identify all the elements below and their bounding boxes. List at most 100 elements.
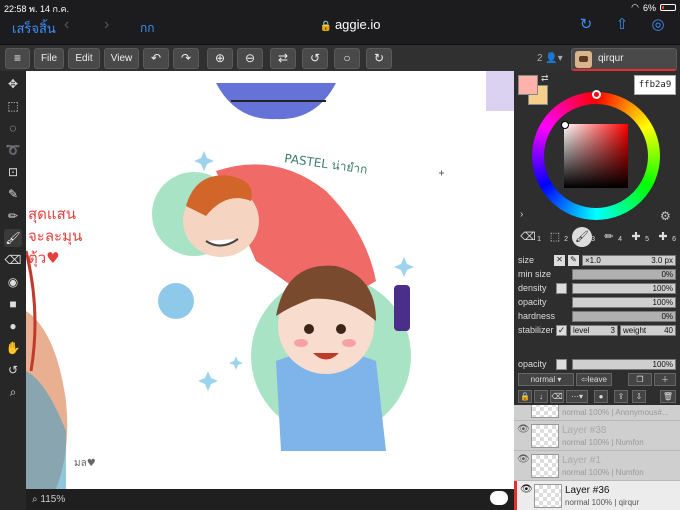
- undo-tool-icon[interactable]: ↺: [4, 361, 22, 379]
- brush-preset-4[interactable]: ✏ 4: [599, 227, 622, 247]
- done-button[interactable]: เสร็จสิ้น: [12, 18, 56, 39]
- color-wheel[interactable]: [532, 90, 660, 220]
- circle-button[interactable]: ●: [594, 390, 608, 403]
- density-slider[interactable]: 100%: [572, 283, 676, 294]
- wifi-icon: ◠: [631, 2, 639, 12]
- compass-icon[interactable]: ◎: [648, 15, 668, 35]
- menu-button[interactable]: ≡: [5, 48, 30, 69]
- pencil-icon[interactable]: ✏: [4, 207, 22, 225]
- eraser-icon[interactable]: ⌫: [4, 251, 22, 269]
- more-options-button[interactable]: ⋯▾: [566, 390, 588, 403]
- download-button[interactable]: ⇩: [632, 390, 646, 403]
- hex-color-field[interactable]: ffb2a9: [634, 75, 676, 95]
- transform-icon[interactable]: ⊡: [4, 163, 22, 181]
- brush-preset-1[interactable]: ⌫ 1: [518, 227, 541, 247]
- layer-opacity-slider[interactable]: 100%: [572, 359, 676, 370]
- stabilizer-level[interactable]: level 3: [570, 325, 618, 336]
- brush-preset-6[interactable]: ✚ 6: [653, 227, 676, 247]
- eye-icon[interactable]: 👁: [517, 454, 530, 465]
- battery-percent: 6%: [642, 2, 656, 13]
- list-item[interactable]: normal 100% | Anonymous#...: [514, 405, 680, 421]
- merge-down-button[interactable]: ↓: [534, 390, 548, 403]
- upload-button[interactable]: ⇪: [614, 390, 628, 403]
- list-item[interactable]: 👁 Layer #38 normal 100% | Numfon: [514, 421, 680, 451]
- text-size-button[interactable]: กก: [140, 19, 155, 38]
- canvas-artwork: [26, 71, 514, 489]
- layer-thumbnail: [531, 405, 559, 418]
- rectangle-icon[interactable]: ■: [4, 295, 22, 313]
- primary-color-swatch[interactable]: [518, 75, 538, 95]
- brush-preset-5[interactable]: ✚ 5: [626, 227, 649, 247]
- right-panel: ⇄ ffb2a9 › ⚙ ⌫ 1 ⬚ 2 🖌 3 ✏ 4 ✚ 5 ✚ 6 size ✕ ✎: [514, 71, 680, 510]
- stabilizer-weight[interactable]: weight 40: [620, 325, 676, 336]
- chevron-right-icon[interactable]: ›: [520, 209, 523, 220]
- drawing-canvas[interactable]: สุดแสน จะละมุน ตุ้ว♥ PASTEL น่ายำก มล♥: [26, 71, 514, 489]
- hand-icon[interactable]: ✋: [4, 339, 22, 357]
- swap-colors-icon[interactable]: ⇄: [541, 73, 549, 84]
- eye-icon[interactable]: 👁: [517, 424, 530, 435]
- undo-button[interactable]: ↶: [143, 48, 169, 69]
- min-size-slider[interactable]: 0%: [572, 269, 676, 280]
- clear-layer-button[interactable]: ⌫: [550, 390, 564, 403]
- chevron-right-icon[interactable]: ›: [104, 16, 109, 34]
- size-slider[interactable]: ×1.0 3.0 px: [582, 255, 676, 266]
- size-value: 3.0 px: [651, 256, 673, 265]
- opacity-slider[interactable]: 100%: [572, 297, 676, 308]
- zoom-out-button[interactable]: ⊖: [237, 48, 263, 69]
- char2-blush-left: [294, 339, 308, 347]
- view-menu[interactable]: View: [104, 48, 139, 69]
- flip-button[interactable]: ⇄: [270, 48, 296, 69]
- fill-icon[interactable]: ◉: [4, 273, 22, 291]
- eyedropper-icon[interactable]: ✎: [4, 185, 22, 203]
- select-rect-icon[interactable]: ⬚: [4, 97, 22, 115]
- layer-opacity-checkbox[interactable]: [556, 359, 567, 370]
- gear-icon[interactable]: ⚙: [660, 209, 671, 223]
- zoom-in-button[interactable]: ⊕: [207, 48, 233, 69]
- user-count[interactable]: 2 👤▾: [537, 53, 563, 64]
- brush-preset-3[interactable]: 🖌 3: [572, 227, 595, 247]
- chevron-left-icon[interactable]: ‹: [64, 16, 69, 34]
- user-profile[interactable]: qirqur: [571, 48, 677, 71]
- list-item[interactable]: 👁 Layer #1 normal 100% | Numfon: [514, 451, 680, 481]
- search-icon: ⌕: [32, 494, 38, 505]
- brush-icon[interactable]: 🖌: [4, 229, 22, 247]
- rotate-left-button[interactable]: ↺: [302, 48, 328, 69]
- status-time: 22:58 พ. 14 ก.ค.: [4, 2, 69, 16]
- sv-handle[interactable]: [561, 121, 569, 129]
- rotate-right-icon: ↻: [373, 51, 385, 65]
- reload-icon[interactable]: ↻: [576, 15, 596, 35]
- browser-header: 22:58 พ. 14 ก.ค. ◠ 6% เสร็จสิ้น ‹ › กก 🔒…: [0, 0, 680, 44]
- lasso-icon[interactable]: ➰: [4, 141, 22, 159]
- ellipse-icon[interactable]: ●: [4, 317, 22, 335]
- hardness-slider[interactable]: 0%: [572, 311, 676, 322]
- size-reset-button[interactable]: ✕: [554, 255, 565, 266]
- delete-layer-button[interactable]: 🗑: [660, 390, 676, 403]
- saturation-value-square[interactable]: [561, 121, 628, 188]
- stabilizer-checkbox[interactable]: ✓: [556, 325, 567, 336]
- chat-icon[interactable]: [490, 491, 508, 505]
- brush-preset-2[interactable]: ⬚ 2: [545, 227, 568, 247]
- edit-menu[interactable]: Edit: [68, 48, 100, 69]
- zoom-level[interactable]: ⌕ 115%: [32, 494, 65, 505]
- list-item-active[interactable]: 👁 Layer #36 normal 100% | qirqur: [514, 481, 680, 510]
- size-pen-button[interactable]: ✎: [568, 255, 579, 266]
- zoom-icon[interactable]: ⌕: [4, 383, 22, 401]
- hue-handle[interactable]: [592, 90, 601, 99]
- move-icon[interactable]: ✥: [4, 75, 22, 93]
- reset-rotation-button[interactable]: ○: [334, 48, 360, 69]
- density-checkbox[interactable]: [556, 283, 567, 294]
- opacity-row: opacity 100%: [514, 297, 680, 309]
- leave-button[interactable]: ⇦leave: [576, 373, 612, 386]
- rotate-right-button[interactable]: ↻: [366, 48, 392, 69]
- redo-button[interactable]: ↷: [173, 48, 199, 69]
- address-bar[interactable]: 🔒 aggie.io: [300, 17, 400, 32]
- eye-icon[interactable]: 👁: [520, 484, 533, 495]
- zoom-text: 115%: [40, 494, 66, 505]
- lock-layer-button[interactable]: 🔒: [518, 390, 532, 403]
- new-layer-button[interactable]: ＋: [654, 373, 676, 386]
- file-menu[interactable]: File: [34, 48, 64, 69]
- select-ellipse-icon[interactable]: ◌: [4, 119, 22, 137]
- share-icon[interactable]: ⇧: [612, 15, 632, 35]
- layer-menu-button[interactable]: ❐: [628, 373, 652, 386]
- blend-mode-select[interactable]: normal ▾: [518, 373, 574, 386]
